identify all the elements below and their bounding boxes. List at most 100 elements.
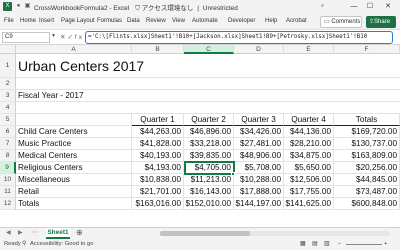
autosave-icon[interactable]: ●: [14, 2, 23, 11]
row-header-1[interactable]: 1: [0, 54, 16, 78]
total-cell[interactable]: $44,845.00: [334, 174, 400, 186]
tab-home[interactable]: Home: [20, 18, 36, 24]
column-header-cell[interactable]: Quarter 3: [234, 114, 284, 126]
search-icon[interactable]: ⌕: [318, 2, 327, 11]
empty-row[interactable]: [16, 102, 400, 114]
prev-sheet-icon[interactable]: ◀: [6, 229, 11, 236]
row-header-12[interactable]: 12: [0, 198, 16, 210]
tab-file[interactable]: File: [4, 18, 14, 24]
row-header-6[interactable]: 6: [0, 126, 16, 138]
col-header-d[interactable]: D: [234, 45, 284, 54]
scrollbar-thumb[interactable]: [160, 231, 250, 236]
value-cell[interactable]: $163,016.00: [132, 198, 184, 210]
tab-acrobat[interactable]: Acrobat: [286, 18, 307, 24]
fill-handle[interactable]: [231, 172, 235, 176]
tab-view[interactable]: View: [172, 18, 185, 24]
maximize-button[interactable]: ☐: [364, 1, 376, 12]
share-button[interactable]: ⇪Share: [366, 16, 396, 28]
value-cell[interactable]: $48,906.00: [234, 150, 284, 162]
sheet-tab-sheet1[interactable]: Sheet1: [46, 228, 70, 239]
normal-view-icon[interactable]: ▦: [300, 241, 305, 247]
name-box[interactable]: C9: [2, 32, 50, 43]
row-header-3[interactable]: 3: [0, 90, 16, 102]
value-cell[interactable]: $27,481.00: [234, 138, 284, 150]
value-cell[interactable]: $10,288.00: [234, 174, 284, 186]
row-header-9[interactable]: 9: [0, 162, 16, 174]
total-cell[interactable]: $130,737.00: [334, 138, 400, 150]
save-icon[interactable]: ▣: [23, 2, 32, 11]
row-header-5[interactable]: 5: [0, 114, 16, 126]
value-cell[interactable]: $34,426.00: [234, 126, 284, 138]
col-header-e[interactable]: E: [284, 45, 334, 54]
formula-input[interactable]: ='C:\[Flints.xlsx]Sheet1'!B10+[Jackson.x…: [85, 31, 393, 44]
row-label-cell[interactable]: Miscellaneous: [16, 174, 132, 186]
tab-developer[interactable]: Developer: [228, 18, 255, 24]
sheet-title[interactable]: Urban Centers 2017: [16, 54, 400, 78]
col-header-b[interactable]: B: [132, 45, 184, 54]
row-label-cell[interactable]: Medical Centers: [16, 150, 132, 162]
page-layout-view-icon[interactable]: ▤: [312, 241, 317, 247]
minimize-button[interactable]: —: [348, 1, 360, 12]
value-cell[interactable]: $16,143.00: [184, 186, 234, 198]
row-header-11[interactable]: 11: [0, 186, 16, 198]
total-cell[interactable]: $20,256.00: [334, 162, 400, 174]
value-cell[interactable]: $41,828.00: [132, 138, 184, 150]
row-label-cell[interactable]: Child Care Centers: [16, 126, 132, 138]
tab-data[interactable]: Data: [127, 18, 140, 24]
value-cell[interactable]: $152,010.00: [184, 198, 234, 210]
empty-grid-area[interactable]: [16, 210, 400, 227]
row-header-2[interactable]: 2: [0, 78, 16, 90]
row-header-4[interactable]: 4: [0, 102, 16, 114]
value-cell[interactable]: $17,888.00: [234, 186, 284, 198]
value-cell[interactable]: $44,136.00: [284, 126, 334, 138]
tab-help[interactable]: Help: [265, 18, 277, 24]
horizontal-scrollbar[interactable]: [160, 231, 390, 236]
add-sheet-icon[interactable]: ⊕: [76, 228, 83, 237]
value-cell[interactable]: $33,218.00: [184, 138, 234, 150]
fx-icon[interactable]: fx: [75, 34, 84, 41]
page-break-view-icon[interactable]: ▥: [324, 241, 329, 247]
total-cell[interactable]: $163,809.00: [334, 150, 400, 162]
enter-icon[interactable]: ✓: [67, 34, 74, 41]
value-cell[interactable]: $17,755.00: [284, 186, 334, 198]
value-cell[interactable]: $5,650.00: [284, 162, 334, 174]
tab-review[interactable]: Review: [146, 18, 166, 24]
column-header-cell[interactable]: Quarter 1: [132, 114, 184, 126]
column-header-cell[interactable]: Quarter 4: [284, 114, 334, 126]
value-cell[interactable]: $144,197.00: [234, 198, 284, 210]
column-header-cell[interactable]: Quarter 2: [184, 114, 234, 126]
total-cell[interactable]: $169,720.00: [334, 126, 400, 138]
tab-page-layout[interactable]: Page Layout: [61, 18, 95, 24]
value-cell[interactable]: $40,193.00: [132, 150, 184, 162]
value-cell[interactable]: $34,875.00: [284, 150, 334, 162]
col-header-a[interactable]: A: [16, 45, 132, 54]
more-sheets-icon[interactable]: ⋯: [32, 229, 38, 236]
total-cell[interactable]: $600,848.00: [334, 198, 400, 210]
value-cell[interactable]: $11,213.00: [184, 174, 234, 186]
value-cell[interactable]: $5,708.00: [234, 162, 284, 174]
row-label-cell[interactable]: Music Practice: [16, 138, 132, 150]
tab-insert[interactable]: Insert: [39, 18, 54, 24]
value-cell[interactable]: $4,193.00: [132, 162, 184, 174]
row-label-cell[interactable]: Totals: [16, 198, 132, 210]
total-cell[interactable]: $73,487.00: [334, 186, 400, 198]
value-cell[interactable]: $28,210.00: [284, 138, 334, 150]
value-cell[interactable]: $46,896.00: [184, 126, 234, 138]
row-label-cell[interactable]: Religious Centers: [16, 162, 132, 174]
empty-row[interactable]: [16, 78, 400, 90]
row-header-8[interactable]: 8: [0, 150, 16, 162]
accessibility-status[interactable]: Accessibility: Good to go: [30, 241, 93, 247]
value-cell[interactable]: $21,701.00: [132, 186, 184, 198]
col-header-c[interactable]: C: [184, 45, 234, 54]
row-header-10[interactable]: 10: [0, 174, 16, 186]
row-header-7[interactable]: 7: [0, 138, 16, 150]
close-button[interactable]: ✕: [382, 1, 394, 12]
accessibility-icon[interactable]: ⚲: [22, 241, 26, 247]
next-sheet-icon[interactable]: ▶: [18, 229, 23, 236]
value-cell[interactable]: $10,838.00: [132, 174, 184, 186]
value-cell[interactable]: $12,506.00: [284, 174, 334, 186]
select-all-corner[interactable]: [0, 45, 16, 54]
chevron-down-icon[interactable]: ▼: [51, 33, 56, 39]
zoom-slider[interactable]: [346, 244, 382, 245]
zoom-in-icon[interactable]: +: [384, 241, 387, 247]
